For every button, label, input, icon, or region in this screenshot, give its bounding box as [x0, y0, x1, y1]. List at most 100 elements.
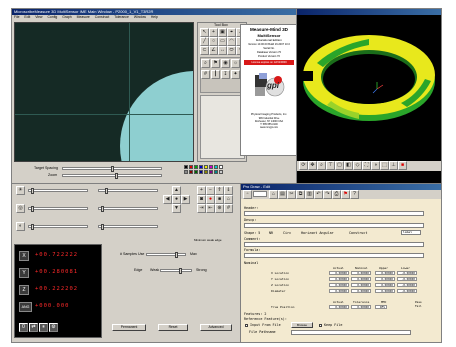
- browse-button[interactable]: Browse: [291, 322, 313, 328]
- zoom-in-icon[interactable]: +: [197, 186, 206, 195]
- tool-edge-icon[interactable]: ┃: [211, 70, 220, 79]
- focus-up-icon[interactable]: ⇑: [215, 186, 224, 195]
- view-top-icon[interactable]: ⊤: [326, 161, 335, 170]
- view-color-icon[interactable]: ■: [398, 161, 407, 170]
- form-paste-icon[interactable]: ▥: [305, 190, 314, 199]
- cell-y-actual[interactable]: 0.00000: [329, 277, 349, 281]
- view-shade-icon[interactable]: ◑: [371, 161, 380, 170]
- tool-slot-icon[interactable]: ⊂: [200, 46, 209, 55]
- menu-tolerance[interactable]: Tolerance: [114, 15, 129, 19]
- tool-ellipse-icon[interactable]: ⬭: [227, 46, 236, 55]
- cell-y-nominal[interactable]: 0.00000: [351, 277, 371, 281]
- cell-z-actual[interactable]: 0.00000: [329, 283, 349, 287]
- tool-line-icon[interactable]: ╱: [200, 37, 209, 46]
- tool-pointer-icon[interactable]: ↖: [200, 28, 209, 37]
- descp-field[interactable]: [244, 223, 424, 228]
- move-left-icon[interactable]: ◀: [163, 195, 172, 204]
- view-front-icon[interactable]: ▢: [335, 161, 344, 170]
- tool-magnify-icon[interactable]: ⌕: [201, 59, 210, 68]
- zoom-slider[interactable]: [62, 173, 162, 179]
- color-swatch-yellow[interactable]: [204, 165, 208, 169]
- view-axis-icon[interactable]: ⊥: [389, 161, 398, 170]
- target-icon[interactable]: ⊕: [215, 204, 224, 213]
- camera-icon[interactable]: ◙: [197, 195, 206, 204]
- form-flag-icon[interactable]: ⚑: [341, 190, 350, 199]
- view-pan-icon[interactable]: ✥: [308, 161, 317, 170]
- file-pathname-field[interactable]: [291, 330, 411, 335]
- color-swatch-white[interactable]: [219, 165, 223, 169]
- view-rotate-icon[interactable]: ⟳: [299, 161, 308, 170]
- form-copy-icon[interactable]: ⧉: [296, 190, 305, 199]
- menu-window[interactable]: Window: [134, 15, 146, 19]
- dro-hold-icon[interactable]: ⏸: [39, 323, 48, 332]
- form-print-icon[interactable]: ⎙: [332, 190, 341, 199]
- light-top-slider-2[interactable]: [98, 188, 158, 194]
- step-icon[interactable]: ⇥: [197, 204, 206, 213]
- tool-laser-icon[interactable]: ✦: [231, 70, 240, 79]
- tool-focus-icon[interactable]: ◉: [221, 59, 230, 68]
- light-top-icon[interactable]: ☀: [16, 186, 25, 195]
- light-back-slider-2[interactable]: [98, 224, 158, 230]
- grid-icon[interactable]: #: [224, 204, 233, 213]
- header-field[interactable]: [244, 211, 424, 216]
- shape-select[interactable]: label: [401, 230, 421, 235]
- keep-file-checkbox[interactable]: [319, 324, 322, 327]
- cell-z-lower[interactable]: -0.00000: [397, 283, 417, 287]
- menu-view[interactable]: View: [35, 15, 42, 19]
- cell-x-nominal[interactable]: 0.00000: [351, 271, 371, 275]
- zoom-out-icon[interactable]: −: [206, 186, 215, 195]
- tool-arc-icon[interactable]: ◠: [227, 37, 236, 46]
- menu-help[interactable]: Help: [151, 15, 158, 19]
- tp-tolerance[interactable]: 0.00000: [351, 305, 371, 309]
- dro-axis-x[interactable]: X: [19, 251, 29, 261]
- tool-box-icon[interactable]: ▣: [218, 28, 227, 37]
- cell-d-upper[interactable]: 0.00000: [375, 289, 395, 293]
- record-icon[interactable]: ●: [206, 195, 215, 204]
- dro-axis-ang[interactable]: ANG: [19, 302, 32, 312]
- dro-settings-icon[interactable]: ⚙: [49, 323, 58, 332]
- light-ring-slider-2[interactable]: [98, 206, 158, 212]
- dro-axis-z[interactable]: Z: [19, 285, 29, 295]
- permanent-button[interactable]: Permanent: [112, 324, 146, 331]
- cell-z-upper[interactable]: 0.00000: [375, 283, 395, 287]
- form-open-icon[interactable]: ⌂: [269, 190, 278, 199]
- form-new-icon[interactable]: ▫: [243, 190, 252, 199]
- formula-field[interactable]: [244, 253, 424, 258]
- form-undo-icon[interactable]: ↶: [314, 190, 323, 199]
- form-redo-icon[interactable]: ↷: [323, 190, 332, 199]
- tool-probe-icon[interactable]: ↧: [221, 70, 230, 79]
- reverse-icon[interactable]: ⇤: [206, 204, 215, 213]
- tool-distance-icon[interactable]: ↔: [218, 46, 227, 55]
- cell-d-actual[interactable]: 0.00000: [329, 289, 349, 293]
- focus-down-icon[interactable]: ⇓: [224, 186, 233, 195]
- color-swatch-teal[interactable]: [214, 170, 218, 174]
- color-swatch-olive[interactable]: [204, 170, 208, 174]
- tool-circle-icon[interactable]: ○: [209, 37, 218, 46]
- menu-measure[interactable]: Measure: [77, 15, 90, 19]
- color-swatch-blue[interactable]: [199, 165, 203, 169]
- view-zoom-icon[interactable]: ⌕: [317, 161, 326, 170]
- form-save-icon[interactable]: ▤: [278, 190, 287, 199]
- color-swatch-maroon[interactable]: [189, 170, 193, 174]
- color-swatch-navy[interactable]: [199, 170, 203, 174]
- light-back-slider[interactable]: [28, 224, 88, 230]
- tp-mmc[interactable]: RFS: [375, 305, 387, 309]
- cell-x-upper[interactable]: 0.00000: [375, 271, 395, 275]
- advanced-button[interactable]: Advanced: [200, 324, 232, 331]
- tool-cursor-icon[interactable]: ⌖: [227, 28, 236, 37]
- tool-light-icon[interactable]: ☼: [231, 59, 240, 68]
- cell-x-lower[interactable]: -0.00000: [397, 271, 417, 275]
- dro-units-icon[interactable]: ⇄: [29, 323, 38, 332]
- reset-button[interactable]: Reset: [158, 324, 188, 331]
- move-right-icon[interactable]: ▶: [181, 195, 190, 204]
- samples-slider[interactable]: [146, 252, 186, 258]
- menu-construct[interactable]: Construct: [95, 15, 110, 19]
- tool-crosshair-icon[interactable]: +: [209, 28, 218, 37]
- view-wire-icon[interactable]: ⬚: [380, 161, 389, 170]
- color-swatch-red[interactable]: [189, 165, 193, 169]
- color-swatch-purple[interactable]: [209, 170, 213, 174]
- light-top-slider[interactable]: [28, 188, 88, 194]
- light-ring-icon[interactable]: ◎: [16, 204, 25, 213]
- form-cut-icon[interactable]: ✂: [287, 190, 296, 199]
- move-center-icon[interactable]: ●: [172, 195, 181, 204]
